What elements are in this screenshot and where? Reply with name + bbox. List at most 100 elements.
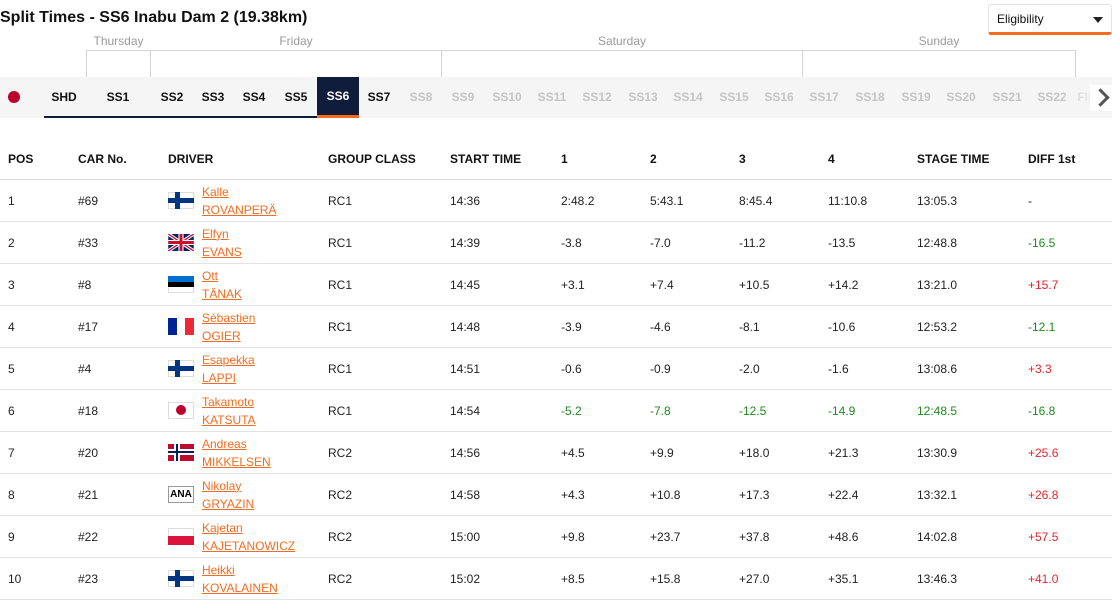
- tab-ss9[interactable]: SS9: [443, 77, 483, 118]
- cell-split-2: 5:43.1: [650, 179, 739, 222]
- driver-last-name-link[interactable]: ROVANPERÄ: [202, 201, 276, 219]
- cell-split-3: -11.2: [739, 221, 828, 264]
- tab-ss20[interactable]: SS20: [940, 77, 982, 118]
- driver-last-name-link[interactable]: EVANS: [202, 243, 242, 261]
- table-row: 10 #23 Heikki KOVALAINEN RC2 15:02 +8.5 +15.8 +2…: [0, 557, 1112, 600]
- cell-split-3: -12.5: [739, 389, 828, 432]
- cell-group-class: RC1: [328, 263, 450, 306]
- driver-first-name-link[interactable]: Kalle: [202, 183, 276, 201]
- driver-first-name-link[interactable]: Nikolay: [202, 477, 254, 495]
- tab-ss5[interactable]: SS5: [276, 77, 316, 118]
- tab-ss16[interactable]: SS16: [758, 77, 800, 118]
- cell-diff-1st: -16.8: [1028, 389, 1112, 432]
- cell-split-4: 11:10.8: [828, 179, 917, 222]
- cell-pos: 5: [0, 347, 78, 390]
- cell-car-no: #21: [78, 473, 168, 516]
- page-title: Split Times - SS6 Inabu Dam 2 (19.38km): [0, 9, 308, 26]
- day-label: Friday: [279, 34, 313, 48]
- cell-stage-time: 13:32.1: [917, 473, 1028, 516]
- day-group-saturday: Saturday: [442, 34, 803, 77]
- tab-ss7[interactable]: SS7: [359, 77, 399, 118]
- col-diff-1st[interactable]: DIFF 1st: [1028, 138, 1112, 180]
- tab-ss21[interactable]: SS21: [986, 77, 1028, 118]
- col-driver[interactable]: DRIVER: [168, 138, 328, 180]
- table-row: 3 #8 Ott TÄNAK RC1 14:45 +3.1 +7.4 +10.5 +14.2 13:…: [0, 263, 1112, 306]
- tab-ss14[interactable]: SS14: [667, 77, 709, 118]
- day-group-sunday: Sunday: [803, 34, 1076, 77]
- cell-split-2: +15.8: [650, 557, 739, 600]
- tab-ss22[interactable]: SS22: [1031, 77, 1073, 118]
- cell-split-1: -3.8: [561, 221, 650, 264]
- tab-ss15[interactable]: SS15: [713, 77, 755, 118]
- tab-ss10[interactable]: SS10: [486, 77, 528, 118]
- cell-car-no: #18: [78, 389, 168, 432]
- col-stage-time[interactable]: STAGE TIME: [917, 138, 1028, 180]
- driver-last-name-link[interactable]: TÄNAK: [202, 285, 242, 303]
- tab-ss11[interactable]: SS11: [531, 77, 573, 118]
- tab-ss13[interactable]: SS13: [622, 77, 664, 118]
- chevron-right-icon[interactable]: [1090, 85, 1112, 111]
- cell-stage-time: 13:46.3: [917, 557, 1028, 600]
- tab-ss6[interactable]: SS6: [317, 77, 359, 118]
- gb-flag-icon: [168, 234, 194, 251]
- driver-first-name-link[interactable]: Sébastien: [202, 309, 255, 327]
- driver-last-name-link[interactable]: KATSUTA: [202, 411, 256, 429]
- driver-last-name-link[interactable]: KOVALAINEN: [202, 579, 278, 597]
- driver-first-name-link[interactable]: Andreas: [202, 435, 271, 453]
- driver-last-name-link[interactable]: OGIER: [202, 327, 255, 345]
- driver-first-name-link[interactable]: Kajetan: [202, 519, 295, 537]
- col-split-1[interactable]: 1: [561, 138, 650, 180]
- driver-last-name-link[interactable]: MIKKELSEN: [202, 453, 271, 471]
- driver-first-name-link[interactable]: Elfyn: [202, 225, 242, 243]
- cell-split-2: +23.7: [650, 515, 739, 558]
- cell-car-no: #4: [78, 347, 168, 390]
- col-start-time[interactable]: START TIME: [450, 138, 561, 180]
- driver-first-name-link[interactable]: Takamoto: [202, 393, 256, 411]
- cell-split-2: -7.0: [650, 221, 739, 264]
- col-car-no[interactable]: CAR No.: [78, 138, 168, 180]
- cell-split-2: -0.9: [650, 347, 739, 390]
- cell-diff-1st: +26.8: [1028, 473, 1112, 516]
- cell-car-no: #23: [78, 557, 168, 600]
- driver-first-name-link[interactable]: Heikki: [202, 561, 278, 579]
- tab-shd[interactable]: SHD: [44, 77, 84, 118]
- cell-start-time: 14:48: [450, 305, 561, 348]
- cell-stage-time: 13:30.9: [917, 431, 1028, 474]
- table-row: 4 #17 Sébastien OGIER RC1 14:48 -3.9 -4.6 -8.1 -1…: [0, 305, 1112, 348]
- col-split-3[interactable]: 3: [739, 138, 828, 180]
- day-label: Sunday: [918, 34, 960, 48]
- cell-group-class: RC1: [328, 389, 450, 432]
- cell-car-no: #8: [78, 263, 168, 306]
- tab-ss1[interactable]: SS1: [97, 77, 139, 118]
- eligibility-dropdown[interactable]: Eligibility: [988, 4, 1112, 35]
- tab-ss3[interactable]: SS3: [194, 77, 232, 118]
- col-split-4[interactable]: 4: [828, 138, 917, 180]
- fr-flag-icon: [168, 318, 194, 335]
- cell-driver: Sébastien OGIER: [168, 305, 328, 348]
- col-split-2[interactable]: 2: [650, 138, 739, 180]
- tab-ss19[interactable]: SS19: [895, 77, 937, 118]
- driver-first-name-link[interactable]: Esapekka: [202, 351, 255, 369]
- tab-ss8[interactable]: SS8: [401, 77, 441, 118]
- tab-ss4[interactable]: SS4: [234, 77, 274, 118]
- day-group-thursday: Thursday: [86, 34, 151, 77]
- cell-start-time: 14:58: [450, 473, 561, 516]
- fi-flag-icon: [168, 570, 194, 587]
- driver-last-name-link[interactable]: LAPPI: [202, 369, 255, 387]
- tab-ss18[interactable]: SS18: [849, 77, 891, 118]
- tab-ss12[interactable]: SS12: [576, 77, 618, 118]
- driver-last-name-link[interactable]: KAJETANOWICZ: [202, 537, 295, 555]
- driver-first-name-link[interactable]: Ott: [202, 267, 242, 285]
- eligibility-label: Eligibility: [997, 12, 1044, 26]
- cell-start-time: 14:54: [450, 389, 561, 432]
- ee-flag-icon: [168, 276, 194, 293]
- col-pos[interactable]: POS: [0, 138, 78, 180]
- driver-last-name-link[interactable]: GRYAZIN: [202, 495, 254, 513]
- col-group-class[interactable]: GROUP CLASS: [328, 138, 450, 180]
- cell-pos: 8: [0, 473, 78, 516]
- table-row: 9 #22 Kajetan KAJETANOWICZ RC2 15:00 +9.8 +23.7…: [0, 515, 1112, 558]
- cell-pos: 7: [0, 431, 78, 474]
- tab-ss2[interactable]: SS2: [151, 77, 193, 118]
- completed-stages-underline: [44, 116, 317, 118]
- tab-ss17[interactable]: SS17: [803, 77, 845, 118]
